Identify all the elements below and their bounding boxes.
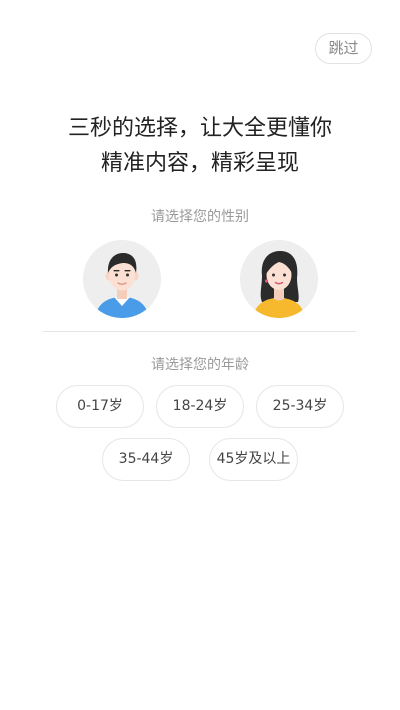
gender-option-female[interactable] <box>240 240 318 318</box>
gender-prompt: 请选择您的性别 <box>151 209 249 225</box>
age-option-25-34[interactable]: 25-34岁 <box>256 385 344 428</box>
age-option-35-44[interactable]: 35-44岁 <box>102 438 190 481</box>
headline-line-2: 精准内容，精彩呈现 <box>100 151 299 176</box>
headline: 三秒的选择，让大全更懂你 精准内容，精彩呈现 <box>0 111 400 181</box>
age-prompt: 请选择您的年龄 <box>151 357 249 373</box>
gender-option-male[interactable] <box>83 240 161 318</box>
onboarding-screen: 跳过 三秒的选择，让大全更懂你 精准内容，精彩呈现 请选择您的性别 请选择您的年… <box>0 0 400 710</box>
age-option-0-17[interactable]: 0-17岁 <box>56 385 144 428</box>
skip-button[interactable]: 跳过 <box>315 33 372 64</box>
age-option-18-24[interactable]: 18-24岁 <box>156 385 244 428</box>
section-divider <box>43 331 356 332</box>
female-avatar-icon <box>240 240 318 318</box>
headline-line-1: 三秒的选择，让大全更懂你 <box>67 116 332 141</box>
age-option-45-plus[interactable]: 45岁及以上 <box>209 438 298 481</box>
male-avatar-icon <box>83 240 161 318</box>
